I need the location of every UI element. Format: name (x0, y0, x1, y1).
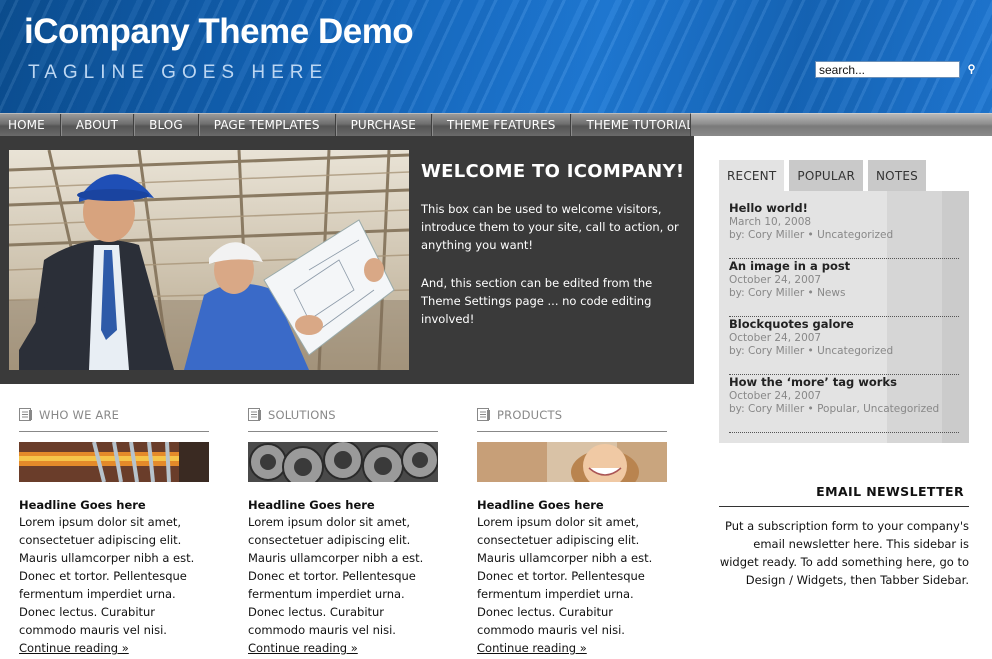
nav-item-blog[interactable]: BLOG (134, 114, 199, 136)
site-header: iCompany Theme Demo TAGLINE GOES HERE (0, 0, 992, 113)
document-icon (248, 408, 261, 421)
post-meta: by: Cory Miller • Popular, Uncategorized (729, 403, 940, 415)
column-headline: Headline Goes here (248, 498, 375, 512)
nav-bar-filler (690, 113, 992, 136)
column-products: PRODUCTS Headline Goes here Lorem ipsum … (477, 398, 667, 657)
feature-paragraph-1: This box can be used to welcome visitors… (421, 202, 679, 252)
continue-reading-link[interactable]: Continue reading » (19, 641, 129, 655)
document-icon (477, 408, 490, 421)
feature-paragraph-2: And, this section can be edited from the… (421, 276, 653, 326)
list-item: Blockquotes galore October 24, 2007 by: … (729, 317, 959, 375)
column-body-text: Lorem ipsum dolor sit amet, consectetuer… (19, 515, 195, 637)
feature-title: WELCOME TO ICOMPANY! (421, 161, 685, 182)
column-body-text: Lorem ipsum dolor sit amet, consectetuer… (248, 515, 424, 637)
continue-reading-link[interactable]: Continue reading » (248, 641, 358, 655)
tab-recent[interactable]: RECENT (719, 160, 785, 191)
column-thumbnail (477, 442, 667, 482)
post-meta: by: Cory Miller • Uncategorized (729, 345, 894, 357)
list-item: An image in a post October 24, 2007 by: … (729, 259, 959, 317)
tab-popular[interactable]: POPULAR (789, 160, 863, 191)
post-title-link[interactable]: Hello world! (729, 201, 959, 215)
column-body: Lorem ipsum dolor sit amet, consectetuer… (19, 513, 209, 657)
column-label: PRODUCTS (497, 407, 563, 422)
continue-reading-link[interactable]: Continue reading » (477, 641, 587, 655)
nav-item-home[interactable]: HOME (0, 114, 61, 136)
tab-bar: RECENT POPULAR NOTES (719, 160, 969, 191)
list-item: How the ‘more’ tag works October 24, 200… (729, 375, 959, 433)
column-header: PRODUCTS (477, 398, 667, 432)
column-thumbnail (19, 442, 209, 482)
post-date: October 24, 2007 (729, 390, 822, 402)
feature-box: WELCOME TO ICOMPANY! This box can be use… (0, 136, 694, 384)
recent-posts-list: Hello world! March 10, 2008 by: Cory Mil… (729, 201, 959, 433)
column-who-we-are: WHO WE ARE Headline Goes here Lorem ipsu… (19, 398, 209, 657)
column-header: WHO WE ARE (19, 398, 209, 432)
column-body: Lorem ipsum dolor sit amet, consectetuer… (477, 513, 667, 657)
column-label: WHO WE ARE (39, 407, 120, 422)
document-icon (19, 408, 32, 421)
newsletter-text: Put a subscription form to your company'… (719, 519, 969, 587)
post-title-link[interactable]: Blockquotes galore (729, 317, 959, 331)
nav-item-purchase[interactable]: PURCHASE (336, 114, 432, 136)
tab-panel-recent: Hello world! March 10, 2008 by: Cory Mil… (719, 191, 969, 443)
search-input[interactable] (815, 61, 960, 78)
post-date: March 10, 2008 (729, 216, 812, 228)
column-header: SOLUTIONS (248, 398, 438, 432)
column-solutions: SOLUTIONS Headline Goes here Lorem ipsum… (248, 398, 438, 657)
post-title-link[interactable]: An image in a post (729, 259, 959, 273)
search-button[interactable] (964, 61, 978, 78)
column-body: Lorem ipsum dolor sit amet, consectetuer… (248, 513, 438, 657)
post-date: October 24, 2007 (729, 274, 822, 286)
post-meta: by: Cory Miller • News (729, 287, 846, 299)
post-meta: by: Cory Miller • Uncategorized (729, 229, 894, 241)
column-thumbnail (248, 442, 438, 482)
nav-item-page-templates[interactable]: PAGE TEMPLATES (199, 114, 336, 136)
feature-image (9, 150, 409, 370)
column-headline: Headline Goes here (19, 498, 146, 512)
column-body-text: Lorem ipsum dolor sit amet, consectetuer… (477, 515, 653, 637)
nav-item-about[interactable]: ABOUT (61, 114, 135, 136)
list-item: Hello world! March 10, 2008 by: Cory Mil… (729, 201, 959, 259)
newsletter-title: EMAIL NEWSLETTER (719, 480, 969, 507)
sidebar-tabber: RECENT POPULAR NOTES Hello world! March … (719, 160, 969, 443)
site-title[interactable]: iCompany Theme Demo (24, 12, 414, 52)
post-title-link[interactable]: How the ‘more’ tag works (729, 375, 959, 389)
site-tagline: TAGLINE GOES HERE (28, 62, 329, 83)
column-headline: Headline Goes here (477, 498, 604, 512)
nav-item-theme-features[interactable]: THEME FEATURES (432, 114, 572, 136)
column-label: SOLUTIONS (268, 407, 336, 422)
newsletter-widget: EMAIL NEWSLETTER Put a subscription form… (719, 480, 969, 589)
tab-notes[interactable]: NOTES (868, 160, 926, 191)
post-date: October 24, 2007 (729, 332, 822, 344)
search-icon (967, 64, 975, 74)
